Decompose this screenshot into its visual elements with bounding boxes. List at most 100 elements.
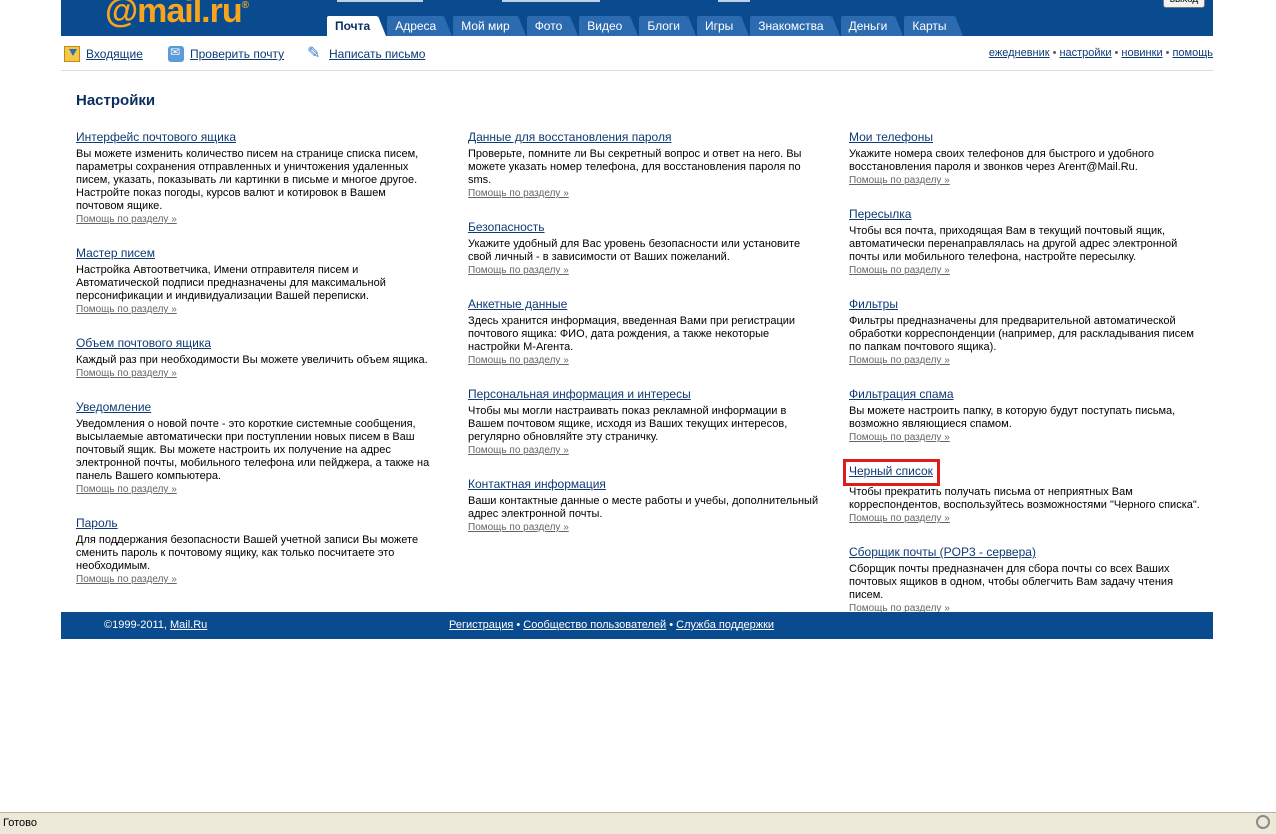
inbox-link[interactable]: Входящие xyxy=(64,46,143,62)
settings-column-left: Интерфейс почтового ящика Вы можете измен… xyxy=(76,128,432,604)
compose-link[interactable]: Написать письмо xyxy=(307,43,425,62)
compose-label[interactable]: Написать письмо xyxy=(329,47,425,61)
tab-4[interactable]: Видео xyxy=(579,16,639,36)
settings-section: Контактная информация Ваши контактные дан… xyxy=(468,475,824,534)
utility-link[interactable]: настройки xyxy=(1059,47,1111,59)
section-title-link[interactable]: Уведомление xyxy=(76,400,151,414)
check-mail-label[interactable]: Проверить почту xyxy=(190,47,284,61)
highlight-box: Черный список xyxy=(843,459,940,486)
section-description: Уведомления о новой почте - это короткие… xyxy=(76,418,430,482)
footer-separator: • xyxy=(666,619,677,631)
section-title-link[interactable]: Фильтры xyxy=(849,297,898,311)
top-header: @mail.ru® выход ПочтаАдресаМой мирФотоВи… xyxy=(61,0,1213,36)
link-separator: • xyxy=(1114,47,1119,59)
settings-section: Объем почтового ящика Каждый раз при необ… xyxy=(76,334,432,380)
mailru-logo[interactable]: @mail.ru® xyxy=(105,0,249,31)
settings-section: Фильтрация спама Вы можете настроить папк… xyxy=(849,385,1205,444)
section-help-link[interactable]: Помощь по разделу » xyxy=(76,303,432,316)
section-title-link[interactable]: Черный список xyxy=(849,464,933,478)
inbox-icon xyxy=(64,46,80,62)
settings-section: Интерфейс почтового ящика Вы можете измен… xyxy=(76,128,432,226)
section-title-link[interactable]: Сборщик почты (POP3 - сервера) xyxy=(849,545,1036,559)
logout-button[interactable]: выход xyxy=(1163,0,1205,8)
section-help-link[interactable]: Помощь по разделу » xyxy=(76,573,432,586)
section-help-link[interactable]: Помощь по разделу » xyxy=(76,483,432,496)
section-description: Чтобы вся почта, приходящая Вам в текущи… xyxy=(849,225,1178,263)
page-title: Настройки xyxy=(76,92,156,109)
service-tabs: Почта Адреса Мой мир Фото Видео Блоги Игры Знак… xyxy=(327,16,964,36)
tab-9[interactable]: Карты xyxy=(904,16,963,36)
section-help-link[interactable]: Помощь по разделу » xyxy=(76,213,432,226)
settings-section: Фильтры Фильтры предназначены для предвар… xyxy=(849,295,1205,367)
tab-7[interactable]: Знакомства xyxy=(750,16,840,36)
section-help-link[interactable]: Помощь по разделу » xyxy=(468,444,824,457)
copyright-link[interactable]: Mail.Ru xyxy=(170,619,207,631)
footer-link[interactable]: Сообщество пользователей xyxy=(523,619,666,631)
section-help-link[interactable]: Помощь по разделу » xyxy=(849,431,1205,444)
utility-links: ежедневник • настройки • новинки • помощь xyxy=(989,47,1213,59)
tab-2[interactable]: Мой мир xyxy=(453,16,527,36)
section-title-link[interactable]: Объем почтового ящика xyxy=(76,336,211,350)
top-link-cut[interactable] xyxy=(337,0,423,2)
logo-registered-mark: ® xyxy=(241,0,249,11)
settings-section: Сборщик почты (POP3 - сервера) Сборщик по… xyxy=(849,543,1205,615)
section-description: Чтобы прекратить получать письма от непр… xyxy=(849,486,1200,511)
section-title-link[interactable]: Пароль xyxy=(76,516,118,530)
settings-column-middle: Данные для восстановления пароля Проверьт… xyxy=(468,128,824,552)
utility-link[interactable]: новинки xyxy=(1121,47,1162,59)
tab-3[interactable]: Фото xyxy=(526,16,578,36)
section-help-link[interactable]: Помощь по разделу » xyxy=(468,354,824,367)
tab-6[interactable]: Игры xyxy=(696,16,750,36)
settings-section: Уведомление Уведомления о новой почте - э… xyxy=(76,398,432,496)
section-help-link[interactable]: Помощь по разделу » xyxy=(849,264,1205,277)
section-help-link[interactable]: Помощь по разделу » xyxy=(468,521,824,534)
section-title-link[interactable]: Контактная информация xyxy=(468,477,606,491)
section-title-link[interactable]: Данные для восстановления пароля xyxy=(468,130,671,144)
inbox-label[interactable]: Входящие xyxy=(86,47,143,61)
tab-5[interactable]: Блоги xyxy=(639,16,696,36)
internet-zone-icon xyxy=(1256,815,1270,829)
section-help-link[interactable]: Помощь по разделу » xyxy=(849,512,1205,525)
section-description: Проверьте, помните ли Вы секретный вопро… xyxy=(468,148,802,186)
top-link-cut[interactable] xyxy=(502,0,600,2)
mail-toolbar: Входящие Проверить почту Написать письмо… xyxy=(61,36,1213,71)
copyright-text: ©1999-2011, xyxy=(104,619,167,631)
footer-links: Регистрация • Сообщество пользователей •… xyxy=(449,619,774,631)
section-title-link[interactable]: Интерфейс почтового ящика xyxy=(76,130,236,144)
section-help-link[interactable]: Помощь по разделу » xyxy=(76,367,432,380)
footer-link[interactable]: Служба поддержки xyxy=(676,619,774,631)
settings-section: Черный список Чтобы прекратить получать п… xyxy=(843,459,1205,525)
section-title-link[interactable]: Фильтрация спама xyxy=(849,387,954,401)
footer-link[interactable]: Регистрация xyxy=(449,619,513,631)
section-description: Ваши контактные данные о месте работы и … xyxy=(468,495,819,520)
section-description: Укажите номера своих телефонов для быстр… xyxy=(849,148,1154,173)
check-mail-link[interactable]: Проверить почту xyxy=(168,45,284,62)
settings-section: Безопасность Укажите удобный для Вас уров… xyxy=(468,218,824,277)
section-description: Вы можете настроить папку, в которую буд… xyxy=(849,405,1176,430)
settings-section: Данные для восстановления пароля Проверьт… xyxy=(468,128,824,200)
section-help-link[interactable]: Помощь по разделу » xyxy=(849,354,1205,367)
section-title-link[interactable]: Пересылка xyxy=(849,207,911,221)
utility-link[interactable]: ежедневник xyxy=(989,47,1050,59)
tab-8[interactable]: Деньги xyxy=(840,16,904,36)
link-separator: • xyxy=(1052,47,1057,59)
top-link-cut[interactable] xyxy=(718,0,750,2)
section-title-link[interactable]: Мои телефоны xyxy=(849,130,933,144)
section-title-link[interactable]: Безопасность xyxy=(468,220,545,234)
section-help-link[interactable]: Помощь по разделу » xyxy=(468,264,824,277)
section-title-link[interactable]: Персональная информация и интересы xyxy=(468,387,691,401)
status-text: Готово xyxy=(3,817,37,829)
section-description: Сборщик почты предназначен для сбора поч… xyxy=(849,563,1174,601)
link-separator: • xyxy=(1165,47,1170,59)
section-title-link[interactable]: Мастер писем xyxy=(76,246,155,260)
tab-0[interactable]: Почта xyxy=(327,16,387,36)
section-title-link[interactable]: Анкетные данные xyxy=(468,297,567,311)
section-help-link[interactable]: Помощь по разделу » xyxy=(849,174,1205,187)
tab-1[interactable]: Адреса xyxy=(387,16,453,36)
section-help-link[interactable]: Помощь по разделу » xyxy=(468,187,824,200)
utility-link[interactable]: помощь xyxy=(1172,47,1213,59)
settings-section: Пароль Для поддержания безопасности Вашей… xyxy=(76,514,432,586)
settings-section: Анкетные данные Здесь хранится информация… xyxy=(468,295,824,367)
settings-section: Мастер писем Настройка Автоответчика, Име… xyxy=(76,244,432,316)
check-mail-icon xyxy=(168,45,184,62)
